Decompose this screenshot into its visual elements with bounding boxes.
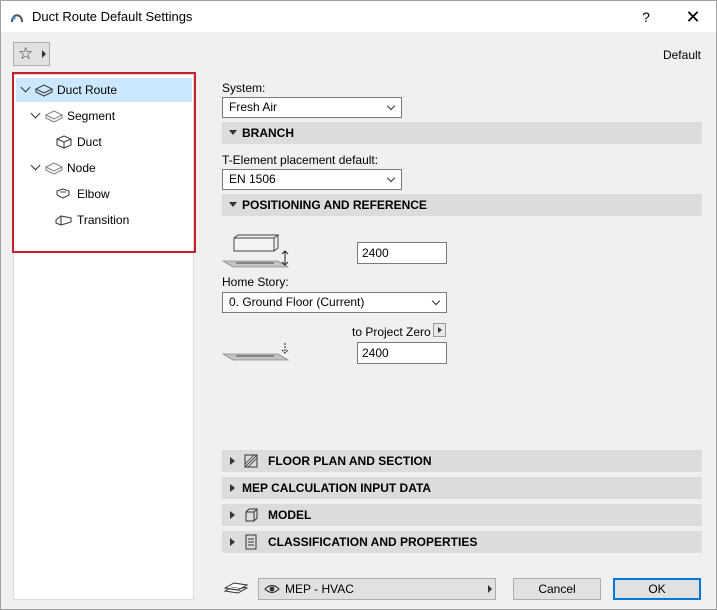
- triangle-right-icon: [230, 538, 235, 546]
- tree-item-transition[interactable]: Transition: [16, 208, 192, 232]
- segment-icon: [45, 110, 63, 123]
- duct-route-icon: [35, 84, 53, 97]
- classification-section-header[interactable]: CLASSIFICATION AND PROPERTIES: [222, 531, 702, 553]
- tree-item-node[interactable]: Node: [16, 156, 192, 180]
- layer-value: MEP - HVAC: [285, 582, 354, 596]
- window-title: Duct Route Default Settings: [32, 9, 193, 24]
- eye-icon: [264, 584, 280, 594]
- chevron-right-icon: [42, 50, 46, 58]
- t-element-select[interactable]: EN 1506: [222, 169, 402, 190]
- floor-plan-section-header[interactable]: FLOOR PLAN AND SECTION: [222, 450, 702, 472]
- chevron-down-icon[interactable]: [30, 108, 41, 119]
- positioning-section-title: POSITIONING AND REFERENCE: [242, 198, 427, 212]
- favorites-button[interactable]: ☆: [13, 42, 50, 66]
- archicad-app-icon: [11, 14, 23, 23]
- home-story-label: Home Story:: [222, 275, 289, 289]
- system-label: System:: [222, 81, 266, 95]
- project-zero-offset-input[interactable]: 2400: [357, 342, 447, 364]
- model-cube-icon: [245, 508, 258, 522]
- tree-item-segment[interactable]: Segment: [16, 104, 192, 128]
- project-zero-illustration-icon: [222, 343, 290, 361]
- t-element-value: EN 1506: [229, 172, 276, 186]
- triangle-right-icon: [230, 484, 235, 492]
- system-value: Fresh Air: [229, 100, 278, 114]
- branch-section-header[interactable]: BRANCH: [222, 122, 702, 144]
- mep-calculation-section-header[interactable]: MEP CALCULATION INPUT DATA: [222, 477, 702, 499]
- reference-level-button[interactable]: [433, 323, 446, 337]
- model-section-header[interactable]: MODEL: [222, 504, 702, 526]
- tree-item-label: Node: [67, 161, 96, 175]
- chevron-right-icon: [438, 327, 442, 333]
- tree-item-duct-route[interactable]: Duct Route: [16, 78, 192, 102]
- triangle-right-icon: [230, 511, 235, 519]
- star-icon: ☆: [18, 44, 34, 63]
- model-section-title: MODEL: [268, 508, 312, 522]
- offset-height-input[interactable]: 2400: [357, 242, 447, 264]
- chevron-down-icon: [431, 296, 441, 306]
- triangle-down-icon: [229, 202, 237, 207]
- document-icon: [245, 534, 257, 550]
- positioning-section-header[interactable]: POSITIONING AND REFERENCE: [222, 194, 702, 216]
- close-button[interactable]: ✕: [678, 5, 708, 29]
- reference-level-label: to Project Zero: [352, 325, 431, 339]
- duct-icon: [56, 135, 72, 149]
- tree-item-label: Duct Route: [57, 83, 118, 97]
- tree-item-label: Segment: [67, 109, 116, 123]
- floor-plan-icon: [244, 454, 258, 468]
- chevron-down-icon: [386, 101, 396, 111]
- chevron-down-icon: [386, 173, 396, 183]
- ok-button[interactable]: OK: [613, 578, 701, 600]
- elbow-icon: [56, 188, 70, 199]
- height-offset-illustration-icon: [222, 234, 290, 268]
- help-button[interactable]: ?: [631, 5, 661, 29]
- cancel-button[interactable]: Cancel: [513, 578, 601, 600]
- layer-icon: [224, 582, 248, 594]
- triangle-down-icon: [229, 130, 237, 135]
- branch-section-title: BRANCH: [242, 126, 294, 140]
- tree-item-elbow[interactable]: Elbow: [16, 182, 192, 206]
- dialog-window: Duct Route Default Settings ? ✕ ☆ Defaul…: [0, 0, 717, 610]
- chevron-down-icon[interactable]: [20, 82, 31, 93]
- layer-select[interactable]: MEP - HVAC: [258, 578, 496, 600]
- tree-item-label: Elbow: [77, 187, 110, 201]
- node-icon: [45, 162, 63, 175]
- mep-calculation-section-title: MEP CALCULATION INPUT DATA: [242, 481, 432, 495]
- home-story-select[interactable]: 0. Ground Floor (Current): [222, 292, 447, 313]
- title-bar: Duct Route Default Settings ? ✕: [1, 1, 716, 32]
- system-select[interactable]: Fresh Air: [222, 97, 402, 118]
- settings-tree: Duct Route Segment Duct Node Elbow Trans…: [13, 74, 194, 600]
- chevron-right-icon: [488, 585, 492, 593]
- triangle-right-icon: [230, 457, 235, 465]
- tree-item-label: Duct: [77, 135, 102, 149]
- t-element-label: T-Element placement default:: [222, 153, 379, 167]
- favorite-status-label: Default: [662, 48, 701, 62]
- tree-item-label: Transition: [77, 213, 130, 227]
- chevron-down-icon[interactable]: [30, 160, 41, 171]
- floor-plan-section-title: FLOOR PLAN AND SECTION: [268, 454, 432, 468]
- home-story-value: 0. Ground Floor (Current): [229, 295, 365, 309]
- tree-item-duct[interactable]: Duct: [16, 130, 192, 154]
- transition-icon: [55, 215, 72, 226]
- classification-section-title: CLASSIFICATION AND PROPERTIES: [268, 535, 478, 549]
